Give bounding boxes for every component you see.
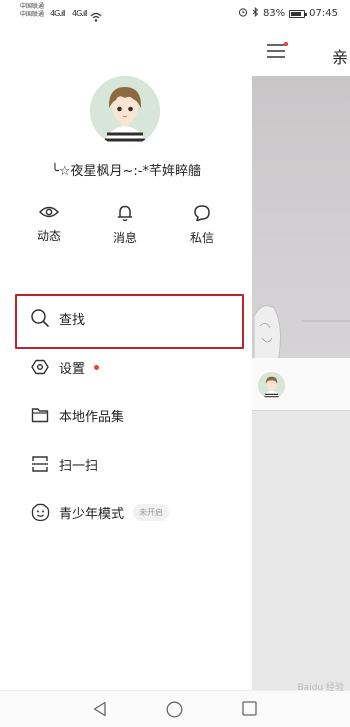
bell-icon — [95, 204, 155, 222]
menu-item-label: 扫一扫 — [59, 458, 99, 474]
eye-icon — [19, 204, 79, 220]
menu-item-label: 设置 — [59, 361, 86, 377]
profile-avatar[interactable] — [90, 76, 160, 146]
highlight-box — [15, 294, 244, 349]
background-avatar — [258, 372, 285, 399]
watermark: Baidu 经验 — [297, 683, 344, 693]
clock: 07:45 — [309, 8, 338, 19]
carrier-2: 中国联通 — [20, 11, 45, 18]
status-right: 83% 07:45 — [238, 6, 338, 20]
menu-item-local-works[interactable]: 本地作品集 — [30, 401, 124, 429]
menu-item-youth-mode[interactable]: 青少年模式 未开启 — [30, 498, 170, 526]
alarm-icon — [238, 7, 248, 20]
folder-icon — [30, 405, 50, 425]
menu-item-label: 本地作品集 — [59, 409, 125, 425]
quick-actions: 动态 消息 私信 — [0, 204, 252, 260]
recents-icon[interactable] — [242, 701, 257, 720]
background-title-fragment: 亲 — [332, 48, 349, 67]
quick-action-label: 动态 — [36, 229, 61, 243]
battery-icon — [289, 9, 308, 18]
quick-action-label: 私信 — [189, 231, 214, 245]
hexagon-settings-icon — [30, 357, 50, 377]
wifi-icon — [90, 7, 102, 26]
system-nav-bar — [0, 690, 350, 727]
carrier-1: 中国联通 — [20, 3, 45, 10]
smiley-icon — [30, 502, 50, 522]
signal-icon: 4G.ıll — [50, 9, 65, 18]
quick-action-messages[interactable]: 消息 — [95, 204, 155, 246]
status-badge: 未开启 — [133, 503, 170, 521]
bluetooth-icon — [252, 6, 259, 20]
scan-icon — [30, 454, 50, 474]
quick-action-private-messages[interactable]: 私信 — [172, 204, 232, 246]
side-drawer: ╰☆夜星枫月~:-*芊姩睟艢 动态 消息 私信 查找 设置 本地作品集 扫一扫 … — [0, 28, 252, 690]
quick-action-label: 消息 — [112, 231, 137, 245]
hamburger-menu-icon[interactable] — [266, 41, 289, 64]
home-icon[interactable] — [166, 701, 183, 722]
menu-item-scan[interactable]: 扫一扫 — [30, 450, 98, 478]
signal-icon-2: 4G.ıll — [72, 9, 87, 18]
username: ╰☆夜星枫月~:-*芊姩睟艢 — [51, 164, 201, 179]
back-icon[interactable] — [92, 701, 108, 721]
notification-dot — [94, 364, 100, 370]
quick-action-dynamics[interactable]: 动态 — [19, 204, 79, 244]
background-gray-area — [252, 411, 350, 690]
carrier-labels: 中国联通 中国联通 — [20, 3, 44, 19]
menu-item-settings[interactable]: 设置 — [30, 353, 100, 381]
status-bar: 中国联通 中国联通 4G.ıll 4G.ıll 83% 07:45 — [0, 0, 350, 28]
menu-item-label: 青少年模式 — [59, 506, 125, 522]
chat-bubble-icon — [172, 204, 232, 222]
battery-percent: 83% — [262, 8, 286, 19]
